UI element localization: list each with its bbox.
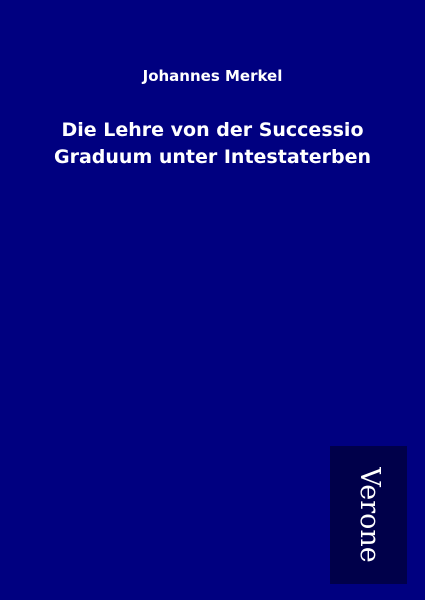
book-title: Die Lehre von der Successio Graduum unte… bbox=[0, 117, 425, 171]
book-cover: Johannes Merkel Die Lehre von der Succes… bbox=[0, 0, 425, 600]
title-line-2: Graduum unter Intestaterben bbox=[54, 146, 371, 168]
author-name: Johannes Merkel bbox=[142, 67, 283, 85]
title-line-1: Die Lehre von der Successio bbox=[61, 119, 364, 141]
publisher-logo-text: Verone bbox=[353, 467, 385, 563]
publisher-logo-box: Verone bbox=[330, 446, 407, 584]
